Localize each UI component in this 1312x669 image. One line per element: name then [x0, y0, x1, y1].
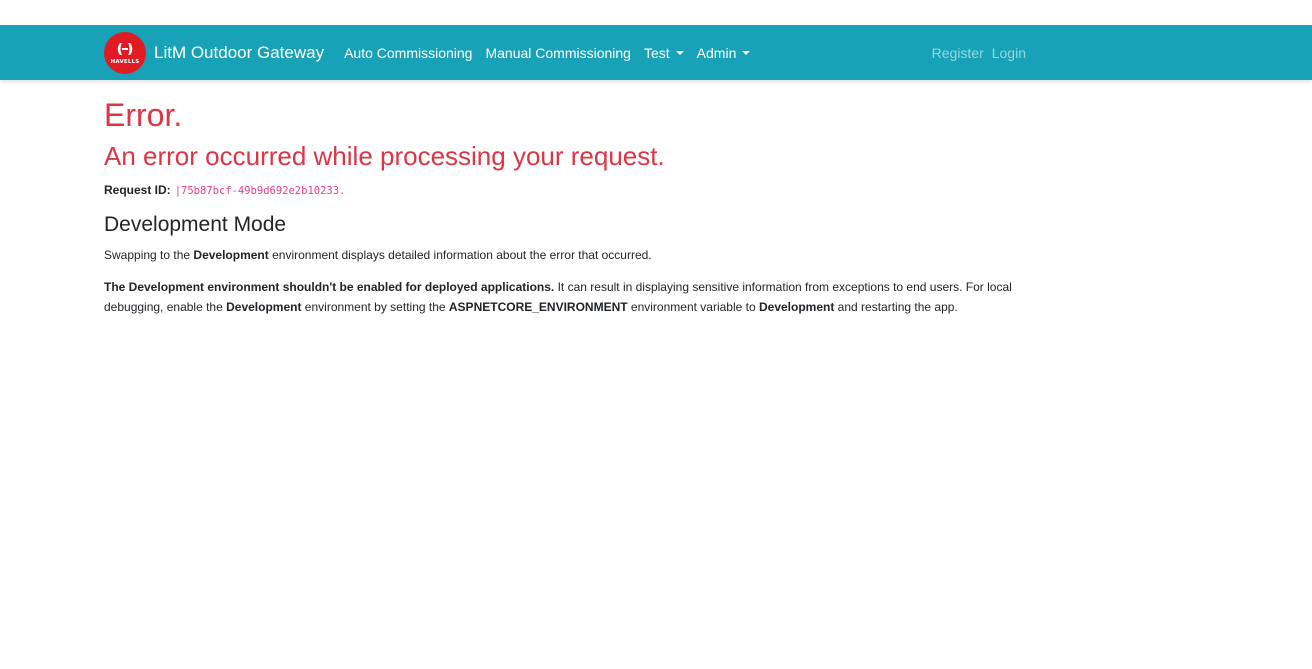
p1-text-a: Swapping to the [104, 248, 194, 262]
dev-mode-heading: Development Mode [104, 213, 287, 236]
nav-test-label: Test [643, 44, 670, 61]
top-navbar: HAVELLS LitM Outdoor Gateway Auto Commis… [0, 25, 1312, 80]
p2-strong-env-var: ASPNETCORE_ENVIRONMENT [448, 300, 628, 314]
main-content: Error. An error occurred while processin… [104, 94, 1026, 317]
p1-strong-development: Development [193, 248, 269, 262]
nav-admin-dropdown[interactable]: Admin [697, 45, 751, 61]
nav-admin-label: Admin [696, 44, 737, 61]
dev-mode-paragraph-1: Swapping to the Development environment … [104, 245, 1026, 265]
p2-strong-development-2: Development [758, 300, 835, 314]
nav-manual-commissioning[interactable]: Manual Commissioning [485, 45, 631, 61]
p2-strong-warning: The Development environment shouldn't be… [104, 280, 555, 294]
nav-test-dropdown[interactable]: Test [644, 45, 684, 61]
caret-down-icon [742, 50, 751, 55]
nav-auto-commissioning-label: Auto Commissioning [344, 44, 473, 61]
p2-strong-development: Development [226, 300, 302, 314]
error-title: Error. [104, 97, 183, 133]
error-subtitle: An error occurred while processing your … [104, 141, 665, 171]
navbar-container: HAVELLS LitM Outdoor Gateway Auto Commis… [104, 25, 1026, 80]
p2-text-h: and restarting the app. [834, 300, 958, 314]
register-link[interactable]: Register [932, 45, 984, 61]
havells-logo[interactable]: HAVELLS [104, 31, 146, 74]
nav-manual-commissioning-label: Manual Commissioning [485, 44, 631, 61]
caret-down-icon [675, 50, 684, 55]
nav-auto-commissioning[interactable]: Auto Commissioning [344, 45, 472, 61]
request-id-value: |75b87bcf-49b9d692e2b10233. [174, 185, 346, 197]
p2-text-d: environment by setting the [301, 300, 449, 314]
login-link[interactable]: Login [992, 45, 1026, 61]
p1-text-c: environment displays detailed informatio… [268, 248, 652, 262]
havells-logo-icon [117, 42, 133, 55]
request-id-label: Request ID: [104, 183, 171, 197]
request-id-line: Request ID: |75b87bcf-49b9d692e2b10233. [104, 182, 1026, 199]
brand-link[interactable]: LitM Outdoor Gateway [154, 43, 324, 63]
dev-mode-paragraph-2: The Development environment shouldn't be… [104, 277, 1026, 317]
logo-wordmark: HAVELLS [110, 58, 140, 65]
p2-text-f: environment variable to [627, 300, 759, 314]
